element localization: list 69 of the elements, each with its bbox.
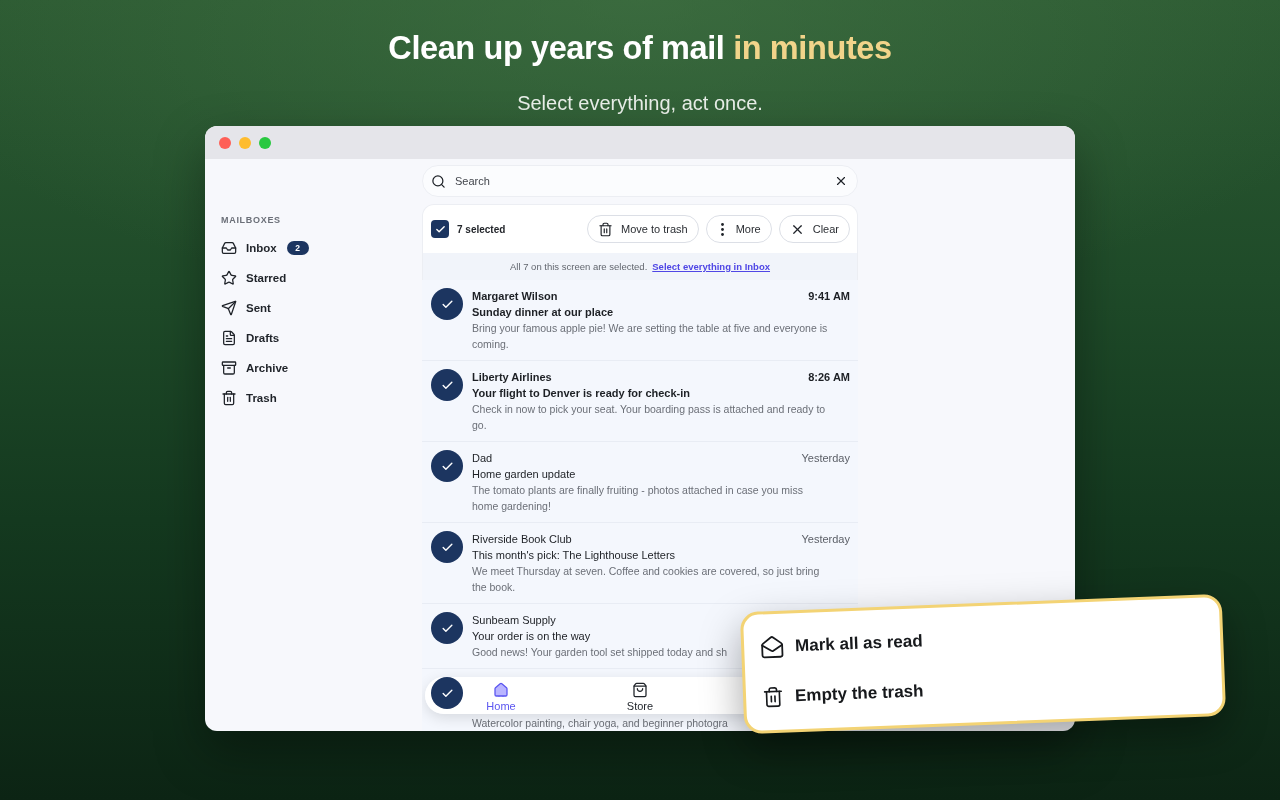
archive-icon xyxy=(221,360,237,376)
round-checkbox[interactable] xyxy=(431,612,463,644)
sidebar-item[interactable]: Drafts xyxy=(221,323,280,353)
sidebar-item[interactable]: Inbox 2 xyxy=(221,233,309,263)
tab-bar-item[interactable]: Store xyxy=(605,682,675,713)
round-checkbox[interactable] xyxy=(431,369,463,401)
sidebar-label: Drafts xyxy=(246,332,280,344)
select-all-link[interactable]: Select everything in Inbox xyxy=(652,261,770,272)
send-icon xyxy=(221,300,237,316)
sender-name: Margaret Wilson xyxy=(472,289,558,304)
inbox-icon xyxy=(221,240,237,256)
sidebar-item[interactable]: Starred xyxy=(221,263,287,293)
message-preview: Watercolor painting, chair yoga, and beginner photogra xyxy=(472,716,728,731)
message-subject: Home garden update xyxy=(472,467,576,482)
move-to-trash-button[interactable]: Move to trash xyxy=(587,215,699,243)
sidebar-label: Archive xyxy=(246,362,289,374)
subtitle: Select everything, act once. xyxy=(517,92,763,114)
sidebar-item[interactable]: Archive xyxy=(221,353,289,383)
sender-name: Riverside Book Club xyxy=(472,532,572,547)
sidebar-item[interactable]: Trash xyxy=(221,383,277,413)
tab-bar-item[interactable]: Home xyxy=(466,682,536,713)
open-envelope-icon xyxy=(759,634,785,660)
search-icon xyxy=(431,174,446,189)
close-icon xyxy=(834,174,848,188)
message-preview: Bring your famous apple pie! We are setting the table at five and everyone is coming. xyxy=(472,321,829,352)
round-checkbox[interactable] xyxy=(431,531,463,563)
message-subject: Your flight to Denver is ready for check-in xyxy=(472,386,690,401)
message-preview: We meet Thursday at seven. Coffee and cookies are covered, so just bring the book. xyxy=(472,564,821,595)
clear-search-button[interactable] xyxy=(834,174,848,188)
round-checkbox[interactable] xyxy=(431,288,463,320)
star-icon xyxy=(221,270,237,286)
message-preview: The tomato plants are finally fruiting - photos attached in case you miss home gardening! xyxy=(472,483,804,514)
sidebar-label: Inbox xyxy=(246,242,277,254)
message-time: 9:41 AM xyxy=(808,289,850,304)
select-all-checkbox[interactable] xyxy=(431,220,449,238)
message-subject: Sunday dinner at our place xyxy=(472,305,614,320)
sender-name: Liberty Airlines xyxy=(472,370,552,385)
notice-text: All 7 on this screen are selected. xyxy=(510,261,648,272)
message-subject: This month's pick: The Lighthouse Letters xyxy=(472,548,676,563)
search-field[interactable]: Search xyxy=(422,165,858,197)
round-checkbox[interactable] xyxy=(431,450,463,482)
more-button[interactable]: More xyxy=(705,215,772,243)
trash-icon xyxy=(598,221,613,237)
menu-item[interactable]: Empty the trash xyxy=(761,673,925,716)
sidebar-label: Sent xyxy=(246,302,271,314)
sender-name: Sunbeam Supply xyxy=(472,613,556,628)
check-icon xyxy=(434,223,446,235)
trash-icon xyxy=(761,685,785,709)
clear-button[interactable]: Clear xyxy=(778,215,850,243)
sidebar-label: Starred xyxy=(246,272,287,284)
vertical-dots-icon xyxy=(720,222,724,236)
headline: Clean up years of mail in minutes xyxy=(388,30,892,66)
message-time: 8:26 AM xyxy=(808,370,850,385)
house-icon xyxy=(493,682,509,698)
menu-item[interactable]: Mark all as read xyxy=(759,623,924,666)
sidebar-label: Trash xyxy=(246,392,277,404)
section-heading: MAILBOXES xyxy=(221,214,281,226)
sender-name: Dad xyxy=(472,451,493,466)
message-time: Yesterday xyxy=(801,451,850,466)
count-badge: 2 xyxy=(286,241,309,255)
shopping-bag-icon xyxy=(632,682,648,698)
sidebar-item[interactable]: Sent xyxy=(221,293,271,323)
message-preview: Good news! Your garden tool set shipped today and sh xyxy=(472,645,728,660)
trash-icon xyxy=(221,390,237,406)
message-subject: Your order is on the way xyxy=(472,629,591,644)
message-preview: Check in now to pick your seat. Your boarding pass is attached and ready to go. xyxy=(472,402,827,433)
message-time: Yesterday xyxy=(801,532,850,547)
selection-count: 7 selected xyxy=(457,223,506,235)
document-icon xyxy=(221,330,237,346)
